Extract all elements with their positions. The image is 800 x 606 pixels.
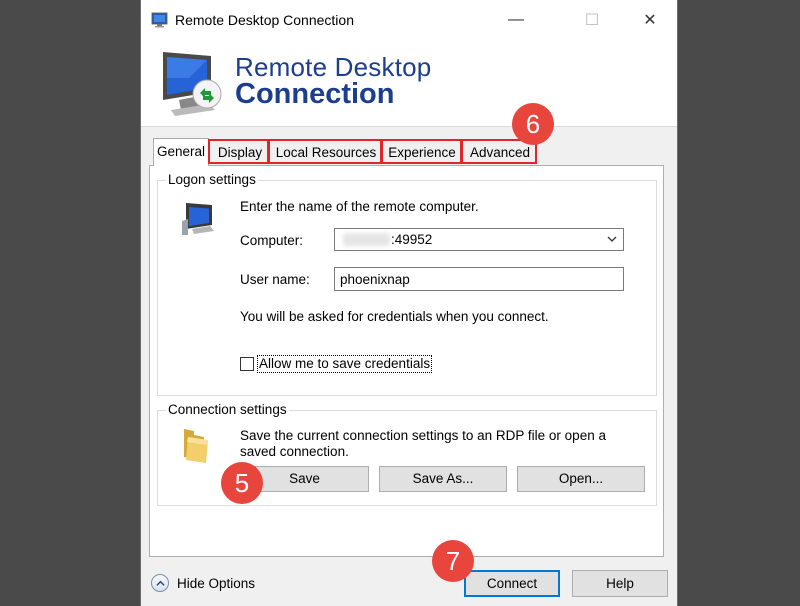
remote-desktop-icon <box>151 12 168 28</box>
annotation-badge-5: 5 <box>221 462 263 504</box>
chevron-up-icon <box>151 574 169 592</box>
logon-settings-legend: Logon settings <box>166 172 258 187</box>
rdc-window: Remote Desktop Connection — ☐ ✕ Remote D… <box>140 0 678 606</box>
close-button[interactable]: ✕ <box>627 0 673 40</box>
redacted-address <box>343 233 390 246</box>
tab-general[interactable]: General <box>153 138 209 166</box>
computer-icon <box>182 203 214 235</box>
computer-label: Computer: <box>240 233 304 248</box>
help-button[interactable]: Help <box>572 570 668 597</box>
annotation-badge-6: 6 <box>512 103 554 145</box>
minimize-icon: — <box>508 11 524 28</box>
title-bar: Remote Desktop Connection — ☐ ✕ <box>141 0 677 40</box>
credentials-note: You will be asked for credentials when y… <box>240 309 549 324</box>
maximize-icon: ☐ <box>584 12 600 29</box>
chevron-down-icon[interactable] <box>607 234 617 244</box>
username-label: User name: <box>240 272 310 287</box>
app-banner: Remote Desktop Connection <box>141 40 677 127</box>
computer-combobox[interactable]: :49952 <box>334 228 624 251</box>
hide-options-toggle[interactable]: Hide Options <box>151 572 255 594</box>
save-as-button[interactable]: Save As... <box>379 466 507 492</box>
banner-title-line2: Connection <box>235 78 395 110</box>
username-input[interactable] <box>334 267 624 291</box>
connection-settings-legend: Connection settings <box>166 402 289 417</box>
save-credentials-label[interactable]: Allow me to save credentials <box>257 355 433 373</box>
close-icon: ✕ <box>643 12 657 29</box>
computer-value: :49952 <box>391 232 433 247</box>
connection-description-line1: Save the current connection settings to … <box>240 428 606 443</box>
annotation-badge-7: 7 <box>432 540 474 582</box>
connection-description-line2: saved connection. <box>240 444 349 459</box>
maximize-button[interactable]: ☐ <box>569 0 615 40</box>
hide-options-label: Hide Options <box>177 575 256 591</box>
save-credentials-checkbox[interactable] <box>240 357 254 371</box>
remote-monitor-icon <box>163 52 222 116</box>
window-title: Remote Desktop Connection <box>175 12 354 28</box>
tab-experience[interactable]: Experience <box>383 140 461 164</box>
minimize-button[interactable]: — <box>493 0 539 40</box>
open-button[interactable]: Open... <box>517 466 645 492</box>
general-tab-panel: Logon settings Enter the name of the rem… <box>149 165 664 557</box>
folder-icon <box>184 429 208 463</box>
logon-settings-group: Logon settings Enter the name of the rem… <box>157 172 657 396</box>
tab-local-resources[interactable]: Local Resources <box>271 140 381 164</box>
computer-instruction: Enter the name of the remote computer. <box>240 199 479 214</box>
connect-button[interactable]: Connect <box>464 570 560 597</box>
tab-display[interactable]: Display <box>211 140 269 164</box>
